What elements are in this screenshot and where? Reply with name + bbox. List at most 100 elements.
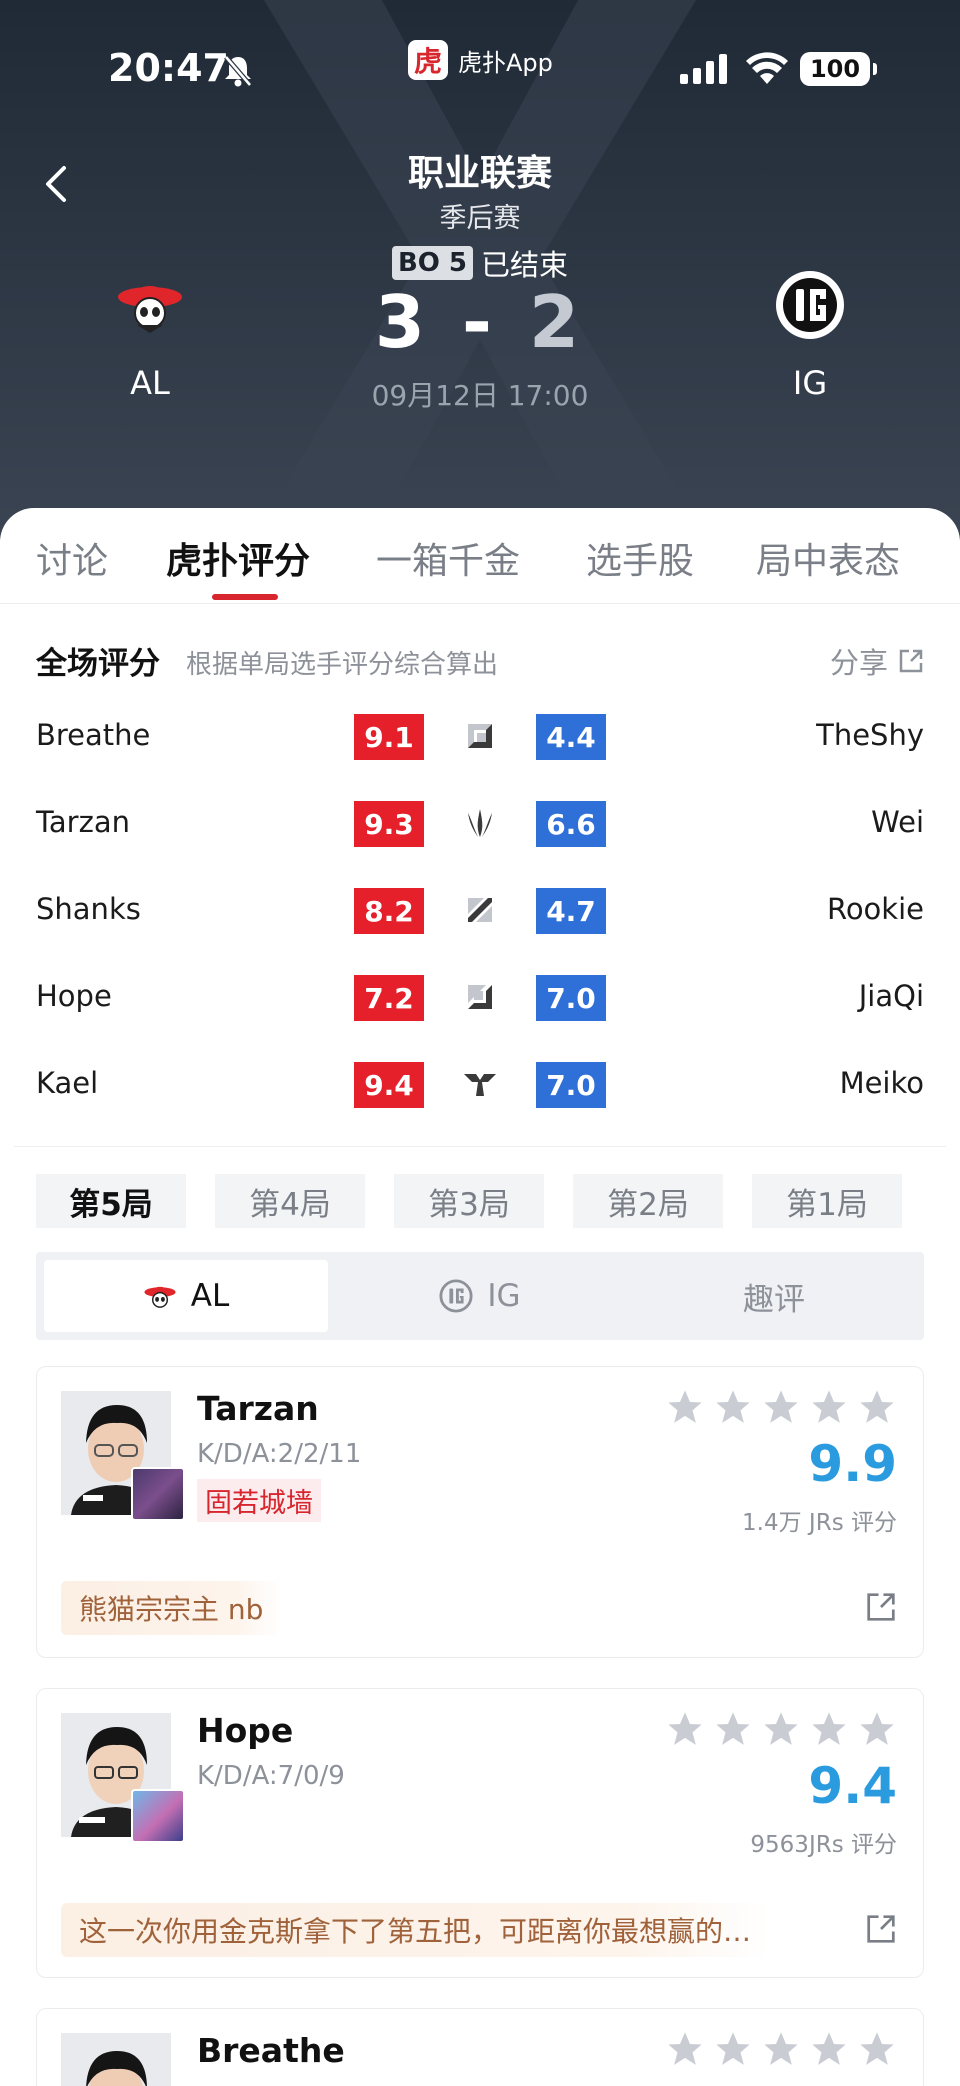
top-comment[interactable]: 这一次你用金克斯拿下了第五把，可距离你最想赢的…: [61, 1903, 770, 1957]
star-icon[interactable]: [857, 1387, 897, 1427]
mid-lane-icon: [468, 898, 492, 922]
star-icon[interactable]: [713, 2029, 753, 2069]
bot-lane-icon: [468, 985, 492, 1009]
star-icon[interactable]: [809, 1387, 849, 1427]
player-kda: K/D/A:7/0/9: [197, 1761, 345, 1791]
star-rating-input[interactable]: [665, 1709, 897, 1749]
external-link-icon[interactable]: [865, 1913, 897, 1945]
star-rating-input[interactable]: [665, 2029, 897, 2069]
rating-row[interactable]: Breathe 9.1 4.4 TheShy: [0, 708, 960, 768]
champion-portrait: [131, 1467, 185, 1521]
away-player-name: TheShy: [816, 718, 924, 752]
rating-row[interactable]: Kael 9.4 7.0 Meiko: [0, 1056, 960, 1116]
home-team-name: AL: [130, 364, 170, 402]
app-name: 虎扑App: [458, 48, 553, 77]
star-icon[interactable]: [665, 1387, 705, 1427]
tab-treasure-box[interactable]: 一箱千金: [376, 532, 520, 584]
segment-ig[interactable]: IG: [338, 1260, 622, 1332]
top-lane-icon: [468, 724, 492, 748]
star-icon[interactable]: [665, 1709, 705, 1749]
player-average-score: 9.4: [808, 1757, 897, 1815]
star-icon[interactable]: [713, 1387, 753, 1427]
divider: [14, 1146, 946, 1147]
match-header: 20:47 虎 虎扑App 100 职业联赛 季后赛 BO 5 已结束 3 - …: [0, 0, 960, 540]
cellular-signal-icon: [680, 54, 727, 84]
star-icon[interactable]: [809, 2029, 849, 2069]
away-player-name: Rookie: [826, 892, 924, 926]
league-title: 职业联赛: [407, 153, 552, 194]
star-icon[interactable]: [857, 1709, 897, 1749]
app-indicator[interactable]: 虎 虎扑App: [408, 40, 553, 80]
share-external-icon: [899, 649, 923, 673]
game-tab-4[interactable]: 第4局: [215, 1174, 365, 1228]
player-rating-card[interactable]: Breathe: [36, 2008, 924, 2086]
star-icon[interactable]: [761, 2029, 801, 2069]
team-segment-control: AL IG 趣评: [36, 1252, 924, 1340]
away-player-score: 7.0: [536, 975, 606, 1021]
game-tab-1[interactable]: 第1局: [752, 1174, 902, 1228]
star-icon[interactable]: [857, 2029, 897, 2069]
away-player-score: 6.6: [536, 801, 606, 847]
away-team[interactable]: IG: [740, 260, 880, 402]
segment-al[interactable]: AL: [44, 1260, 328, 1332]
active-tab-indicator: [212, 594, 278, 600]
away-player-name: Meiko: [839, 1066, 924, 1100]
player-name: Tarzan: [197, 1389, 319, 1428]
game-tab-2[interactable]: 第2局: [573, 1174, 723, 1228]
player-name: Breathe: [197, 2031, 345, 2070]
player-average-score: 9.9: [808, 1435, 897, 1493]
segment-fun-comments[interactable]: 趣评: [632, 1260, 916, 1332]
home-team[interactable]: AL: [80, 260, 220, 402]
al-team-logo-icon: [105, 260, 195, 350]
game-tab-3[interactable]: 第3局: [394, 1174, 544, 1228]
home-player-name: Tarzan: [36, 805, 130, 839]
player-name: Hope: [197, 1711, 294, 1750]
away-player-score: 4.7: [536, 888, 606, 934]
segment-fun-label: 趣评: [743, 1281, 805, 1318]
segment-al-label: AL: [190, 1278, 230, 1314]
home-player-name: Breathe: [36, 718, 151, 752]
player-rating-card[interactable]: Tarzan K/D/A:2/2/11 固若城墙 9.9 1.4万 JRs 评分…: [36, 1366, 924, 1658]
stage-label: 季后赛: [439, 203, 521, 234]
hupu-logo-icon: 虎: [408, 40, 448, 80]
away-team-name: IG: [792, 364, 828, 402]
away-player-score: 7.0: [536, 1062, 606, 1108]
segment-ig-label: IG: [487, 1278, 521, 1314]
star-icon[interactable]: [761, 1387, 801, 1427]
tab-hupu-rating[interactable]: 虎扑评分: [166, 532, 310, 584]
home-player-score: 9.1: [354, 714, 424, 760]
home-player-score: 9.4: [354, 1062, 424, 1108]
player-title-badge: 固若城墙: [197, 1479, 321, 1522]
away-player-score: 4.4: [536, 714, 606, 760]
star-icon[interactable]: [809, 1709, 849, 1749]
section-subtitle: 根据单局选手评分综合算出: [186, 650, 499, 680]
battery-indicator: 100: [800, 52, 877, 86]
bo-tag: BO 5: [391, 246, 474, 280]
star-icon[interactable]: [761, 1709, 801, 1749]
tab-discussion[interactable]: 讨论: [36, 532, 108, 584]
status-bar: 20:47 虎 虎扑App 100: [0, 40, 960, 100]
ig-team-logo-icon: [765, 260, 855, 350]
rating-row[interactable]: Tarzan 9.3 6.6 Wei: [0, 795, 960, 855]
wifi-icon: [746, 52, 788, 84]
external-link-icon[interactable]: [865, 1591, 897, 1623]
top-comment[interactable]: 熊猫宗宗主 nb: [61, 1581, 282, 1635]
rating-row[interactable]: Shanks 8.2 4.7 Rookie: [0, 882, 960, 942]
rating-row[interactable]: Hope 7.2 7.0 JiaQi: [0, 969, 960, 1029]
bell-muted-icon: [224, 55, 252, 87]
jungle-icon: [468, 809, 492, 837]
game-tab-5[interactable]: 第5局: [36, 1174, 186, 1228]
player-avatar: [61, 2033, 171, 2086]
vote-count: 9563JRs 评分: [750, 1832, 897, 1858]
al-team-small-icon: [144, 1286, 176, 1308]
tab-live-stance[interactable]: 局中表态: [756, 532, 900, 584]
star-icon[interactable]: [713, 1709, 753, 1749]
section-title: 全场评分: [36, 646, 160, 682]
share-button[interactable]: 分享: [830, 640, 924, 682]
tab-player-stock[interactable]: 选手股: [586, 532, 694, 584]
tab-bar: 讨论 虎扑评分 一箱千金 选手股 局中表态: [0, 508, 960, 604]
player-kda: K/D/A:2/2/11: [197, 1439, 362, 1469]
star-rating-input[interactable]: [665, 1387, 897, 1427]
player-rating-card[interactable]: Hope K/D/A:7/0/9 9.4 9563JRs 评分 这一次你用金克斯…: [36, 1688, 924, 1978]
star-icon[interactable]: [665, 2029, 705, 2069]
